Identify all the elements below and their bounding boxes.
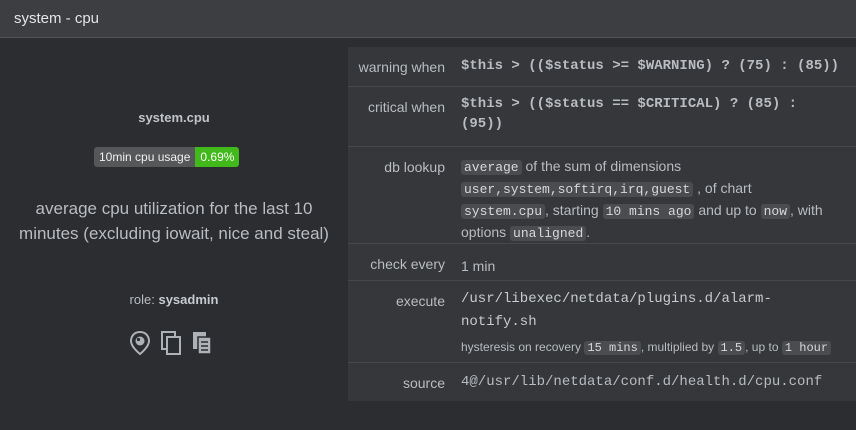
row-key: warning when [358, 59, 445, 75]
cpu-usage-badge: 10min cpu usage 0.69% [94, 147, 240, 167]
lookup-text: , starting [545, 202, 599, 218]
execute-command: /usr/libexec/netdata/plugins.d/alarm-not… [461, 291, 772, 330]
lookup-value: average of the sum of dimensions user,sy… [461, 156, 846, 244]
lookup-method: average [461, 160, 522, 175]
lookup-before: now [760, 204, 791, 219]
row-db-lookup: db lookup average of the sum of dimensio… [348, 147, 856, 244]
lookup-dimensions: user,system,softirq,irq,guest [461, 182, 694, 197]
execute-value: /usr/libexec/netdata/plugins.d/alarm-not… [461, 288, 846, 358]
dialog-title: system - cpu [14, 10, 100, 27]
lookup-text: , of chart [697, 180, 752, 196]
source-value: 4@/usr/lib/netdata/conf.d/health.d/cpu.c… [461, 374, 823, 390]
role-value: sysadmin [158, 292, 219, 307]
alarm-summary-panel: system.cpu 10min cpu usage 0.69% average… [0, 39, 348, 430]
hysteresis-text: , up to [745, 340, 779, 354]
lookup-text: of the sum of dimensions [525, 158, 682, 174]
alarm-description: average cpu utilization for the last 10 … [19, 199, 329, 243]
badge-value: 0.69% [195, 147, 240, 167]
lookup-chart: system.cpu [461, 204, 546, 219]
row-source: source 4@/usr/lib/netdata/conf.d/health.… [348, 363, 856, 401]
hysteresis-text: hysteresis on recovery [461, 340, 582, 354]
row-check-every: check every 1 min [348, 244, 856, 281]
lookup-text: . [586, 224, 591, 240]
badge-label: 10min cpu usage [94, 147, 196, 167]
warning-expression: $this > (($status >= $WARNING) ? (75) : … [461, 58, 840, 74]
hysteresis-text: , multiplied by [640, 340, 715, 354]
row-execute: execute /usr/libexec/netdata/plugins.d/a… [348, 281, 856, 363]
chart-name: system.cpu [138, 110, 210, 125]
role-label: role: [129, 292, 155, 307]
copy-docs-icon[interactable] [190, 330, 214, 356]
pin-eye-icon[interactable] [128, 330, 152, 356]
role-line: role: sysadmin [0, 292, 348, 307]
copy-icon[interactable] [159, 330, 183, 356]
check-every-value: 1 min [461, 258, 496, 274]
lookup-options: unaligned [510, 226, 587, 241]
hysteresis-delay: 15 mins [584, 341, 641, 355]
row-key: source [402, 375, 445, 391]
dialog-header: system - cpu [0, 0, 856, 38]
row-key: critical when [367, 99, 445, 115]
lookup-text: and up to [698, 202, 757, 218]
row-warning: warning when $this > (($status >= $WARNI… [348, 47, 856, 87]
row-critical: critical when $this > (($status == $CRIT… [348, 87, 856, 147]
row-key: check every [370, 256, 445, 272]
hysteresis-multiplier: 1.5 [717, 341, 746, 355]
critical-expression: $this > (($status == $CRITICAL) ? (85) :… [461, 96, 798, 132]
alarm-details-table: warning when $this > (($status >= $WARNI… [348, 47, 856, 401]
hysteresis-max: 1 hour [781, 341, 832, 355]
action-icons [128, 330, 214, 356]
row-key: db lookup [384, 159, 445, 175]
lookup-after: 10 mins ago [602, 204, 695, 219]
hysteresis-line: hysteresis on recovery 15 mins, multipli… [461, 337, 846, 358]
row-key: execute [395, 293, 445, 309]
